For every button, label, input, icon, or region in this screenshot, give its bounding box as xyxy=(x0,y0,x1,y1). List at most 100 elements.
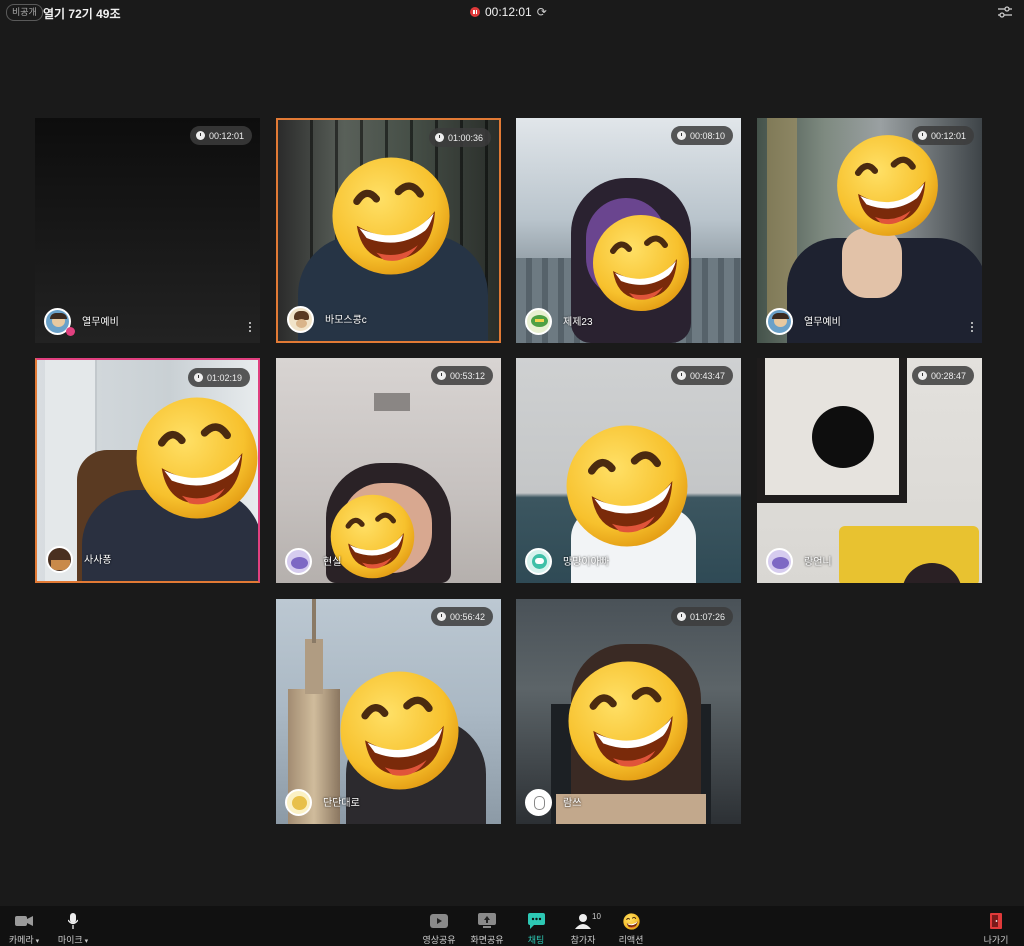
duration-text: 00:53:12 xyxy=(449,370,485,381)
participant-name: 단단대로 xyxy=(323,798,360,809)
participant-tile[interactable]: 00:12:01 열무예비 xyxy=(35,118,260,343)
participant-tile[interactable]: 00:12:01 열무예비 xyxy=(757,118,982,343)
duration-badge: 01:07:26 xyxy=(670,607,733,626)
duration-badge: 00:12:01 xyxy=(189,126,252,145)
video-off-background xyxy=(35,118,260,343)
clock-icon xyxy=(917,131,927,140)
duration-text: 00:08:10 xyxy=(689,130,725,141)
exit-door-icon xyxy=(990,913,1002,929)
refresh-icon[interactable]: ⟳ xyxy=(537,6,547,18)
face-cover-emoji-icon xyxy=(591,213,691,313)
clock-icon xyxy=(676,371,686,380)
bottom-toolbar: 카메라 ▾ 마이크 ▾ 영상공유 화면공유 채팅 10 참가자 리액션 나가기 xyxy=(0,906,1024,946)
exit-label: 나가기 xyxy=(983,935,1009,945)
artwork-circle xyxy=(812,406,874,468)
host-badge xyxy=(66,327,75,336)
exit-button[interactable]: 나가기 xyxy=(978,912,1014,946)
chat-icon xyxy=(527,913,545,929)
avatar xyxy=(46,546,73,573)
duration-badge: 00:12:01 xyxy=(911,126,974,145)
duration-text: 00:56:42 xyxy=(449,611,485,622)
duration-badge: 00:53:12 xyxy=(430,366,493,385)
camera-label: 카메라 xyxy=(8,935,34,945)
participant-tile[interactable]: 01:02:19 사사퐁 xyxy=(35,358,260,583)
participant-name: 바모스콩c xyxy=(325,315,367,326)
avatar xyxy=(766,548,793,575)
privacy-badge: 비공개 xyxy=(6,4,43,21)
skyscraper-top xyxy=(305,639,323,694)
duration-badge: 00:28:47 xyxy=(911,366,974,385)
mic-button[interactable]: 마이크 ▾ xyxy=(52,912,94,946)
settings-sliders-icon[interactable] xyxy=(998,6,1012,18)
avatar xyxy=(287,306,314,333)
mic-icon xyxy=(68,913,78,929)
video-share-label: 영상공유 xyxy=(422,935,456,945)
participants-label: 참가자 xyxy=(570,935,596,945)
avatar xyxy=(525,308,552,335)
top-bar: 비공개 열기 72기 49조 00:12:01 ⟳ xyxy=(0,0,1024,26)
avatar xyxy=(525,789,552,816)
duration-text: 00:12:01 xyxy=(208,130,244,141)
reaction-button[interactable]: 리액션 xyxy=(612,912,650,946)
camera-button[interactable]: 카메라 ▾ xyxy=(4,912,44,946)
face-cover-emoji-icon xyxy=(329,493,416,580)
participants-button[interactable]: 10 참가자 xyxy=(562,912,604,946)
duration-badge: 00:56:42 xyxy=(430,607,493,626)
face-cover-emoji-icon xyxy=(134,395,260,521)
participant-tile[interactable]: 00:56:42 단단대로 xyxy=(276,599,501,824)
ceiling-vent xyxy=(374,393,410,411)
participant-tile[interactable]: 00:08:10 제제23 xyxy=(516,118,741,343)
duration-text: 01:07:26 xyxy=(689,611,725,622)
chat-label: 채팅 xyxy=(527,935,545,945)
chevron-down-icon[interactable]: ▾ xyxy=(36,938,40,945)
chevron-down-icon[interactable]: ▾ xyxy=(85,938,89,945)
screen-share-icon xyxy=(478,913,496,928)
duration-badge: 00:43:47 xyxy=(670,366,733,385)
face-cover-emoji-icon xyxy=(338,669,461,792)
screen-share-button[interactable]: 화면공유 xyxy=(464,912,510,946)
participant-tile[interactable]: 00:28:47 랑언니 xyxy=(757,358,982,583)
participant-name: 사사퐁 xyxy=(84,555,112,566)
avatar xyxy=(525,548,552,575)
participant-tile[interactable]: 00:53:12 현실 xyxy=(276,358,501,583)
reaction-label: 리액션 xyxy=(618,935,644,945)
more-icon[interactable] xyxy=(971,322,974,333)
skyscraper-spire xyxy=(312,599,316,643)
clock-icon xyxy=(676,612,686,621)
video-share-button[interactable]: 영상공유 xyxy=(418,912,460,946)
clock-icon xyxy=(195,131,205,140)
clock-icon xyxy=(436,612,446,621)
duration-text: 01:02:19 xyxy=(206,372,242,383)
face-cover-emoji-icon xyxy=(835,133,940,238)
duration-badge: 00:08:10 xyxy=(670,126,733,145)
participant-name: 랑언니 xyxy=(804,557,832,568)
avatar xyxy=(285,789,312,816)
participant-tile[interactable]: 01:07:26 람쓰 xyxy=(516,599,741,824)
duration-text: 00:12:01 xyxy=(930,130,966,141)
camera-icon xyxy=(15,916,33,926)
face-cover-emoji-icon xyxy=(330,155,452,277)
chat-button[interactable]: 채팅 xyxy=(518,912,554,946)
duration-badge: 01:02:19 xyxy=(187,368,250,387)
person-icon xyxy=(575,914,591,929)
clock-icon xyxy=(676,131,686,140)
meeting-timer: 00:12:01 xyxy=(485,5,532,19)
participant-name: 망망이아빠 xyxy=(563,557,609,568)
screen-share-label: 화면공유 xyxy=(470,935,504,945)
mic-label: 마이크 xyxy=(57,935,83,945)
room-title: 열기 72기 49조 xyxy=(43,7,121,21)
participant-name: 현실 xyxy=(323,557,342,568)
participant-name: 제제23 xyxy=(563,317,593,328)
emoji-icon xyxy=(623,913,640,930)
clock-icon xyxy=(434,133,444,142)
more-icon[interactable] xyxy=(249,322,252,333)
participant-name: 람쓰 xyxy=(563,798,582,809)
participant-name: 열무예비 xyxy=(804,317,841,328)
record-pause-icon[interactable] xyxy=(470,7,480,17)
participant-tile[interactable]: 00:43:47 망망이아빠 xyxy=(516,358,741,583)
duration-text: 00:28:47 xyxy=(930,370,966,381)
meeting-timer-group: 00:12:01 ⟳ xyxy=(470,5,547,19)
clock-icon xyxy=(193,373,203,382)
participant-tile[interactable]: 01:00:36 바모스콩c xyxy=(276,118,501,343)
participant-name: 열무예비 xyxy=(82,317,119,328)
